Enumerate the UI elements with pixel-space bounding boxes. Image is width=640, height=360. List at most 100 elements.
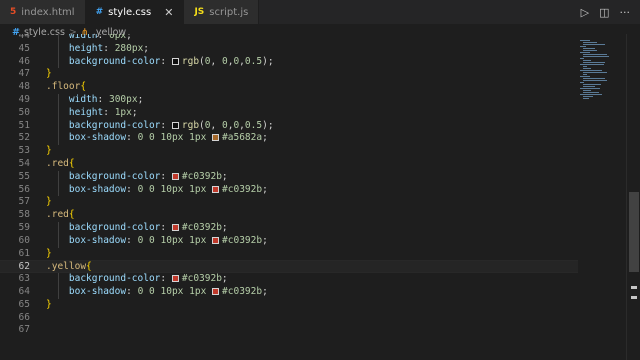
code-line[interactable]: 55 background-color: #c0392b;: [0, 171, 578, 184]
code-line[interactable]: 54 .red{: [0, 158, 578, 171]
indent-guide: [58, 222, 59, 248]
code-line[interactable]: 63 background-color: #c0392b;: [0, 273, 578, 286]
vertical-scrollbar[interactable]: [626, 34, 640, 360]
code-text: background-color: #c0392b;: [68, 273, 228, 285]
more-actions-icon[interactable]: ···: [620, 6, 631, 19]
code-text: background-color: #c0392b;: [68, 170, 228, 182]
code-line[interactable]: 50 height: 1px;: [0, 107, 578, 120]
minimap-line: [583, 54, 607, 55]
minimap-line: [583, 72, 607, 73]
code-text: height: 280px;: [68, 42, 150, 54]
code-editor[interactable]: 44 width: 0px; 45 height: 280px; 46 backgr…: [0, 34, 578, 360]
minimap-line: [583, 96, 593, 97]
code-line[interactable]: 52 box-shadow: 0 0 10px 1px #a5682a;: [0, 132, 578, 145]
minimap-line: [580, 94, 602, 95]
code-line[interactable]: 66: [0, 312, 578, 325]
code-line[interactable]: 56 box-shadow: 0 0 10px 1px #c0392b;: [0, 184, 578, 197]
code-line[interactable]: 45 height: 280px;: [0, 43, 578, 56]
color-swatch[interactable]: [171, 172, 179, 180]
code-line[interactable]: 49 width: 300px;: [0, 94, 578, 107]
code-line[interactable]: 46 background-color: rgb(0, 0,0,0.5);: [0, 56, 578, 69]
line-number: 44: [18, 34, 30, 41]
minimap-line: [583, 98, 589, 99]
minimap-line: [583, 80, 607, 81]
color-swatch[interactable]: [171, 275, 179, 283]
scrollbar-thumb[interactable]: [629, 192, 639, 272]
indent-guide: [58, 34, 59, 69]
minimap-line: [580, 64, 604, 65]
tab-index-html[interactable]: 5 index.html: [0, 0, 86, 24]
code-text: .red{: [46, 209, 75, 221]
code-line[interactable]: 58 .red{: [0, 209, 578, 222]
line-number: 57: [18, 196, 30, 208]
minimap-line: [583, 66, 587, 67]
split-editor-icon[interactable]: ◫: [599, 6, 609, 19]
run-icon[interactable]: ▷: [581, 6, 589, 19]
line-number: 61: [18, 247, 30, 259]
code-line[interactable]: 57}: [0, 196, 578, 209]
color-swatch[interactable]: [212, 134, 220, 142]
color-swatch[interactable]: [212, 185, 220, 193]
code-line[interactable]: 51 background-color: rgb(0, 0,0,0.5);: [0, 120, 578, 133]
code-text: }: [46, 68, 52, 80]
line-number: 46: [18, 55, 30, 67]
color-swatch[interactable]: [171, 224, 179, 231]
minimap-line: [583, 90, 591, 91]
tab-style-css[interactable]: # style.css ✕: [85, 0, 185, 24]
close-icon[interactable]: ✕: [164, 6, 173, 19]
code-line[interactable]: 48 .floor{: [0, 81, 578, 94]
code-text: background-color: rgb(0, 0,0,0.5);: [68, 55, 274, 67]
code-text: .red{: [46, 158, 75, 169]
color-swatch[interactable]: [212, 288, 220, 295]
code-line[interactable]: 53}: [0, 145, 578, 158]
minimap-line: [583, 78, 605, 79]
code-line[interactable]: 59 background-color: #c0392b;: [0, 222, 578, 235]
code-text: width: 300px;: [68, 94, 144, 105]
code-line[interactable]: 61}: [0, 248, 578, 261]
tab-label: script.js: [209, 6, 249, 18]
line-number: 64: [18, 286, 30, 297]
line-number: 67: [18, 324, 30, 336]
tab-label: style.css: [108, 6, 152, 18]
code-line[interactable]: 64 box-shadow: 0 0 10px 1px #c0392b;: [0, 286, 578, 299]
code-line[interactable]: 47}: [0, 68, 578, 81]
minimap-line: [583, 74, 587, 75]
minimap[interactable]: [578, 34, 626, 360]
line-number: 48: [18, 81, 30, 93]
line-number: 45: [18, 42, 30, 54]
tab-script-js[interactable]: JS script.js: [184, 0, 260, 24]
color-swatch[interactable]: [171, 57, 179, 65]
line-number: 63: [18, 273, 30, 285]
minimap-line: [580, 76, 590, 77]
line-number: 49: [18, 94, 30, 105]
minimap-line: [583, 92, 599, 93]
minimap-line: [583, 56, 609, 57]
code-line[interactable]: 60 box-shadow: 0 0 10px 1px #c0392b;: [0, 235, 578, 248]
code-text: box-shadow: 0 0 10px 1px #c0392b;: [68, 234, 268, 246]
code-line[interactable]: 67: [0, 324, 578, 337]
css-file-icon: #: [95, 7, 104, 17]
code-line[interactable]: 62 .yellow{: [0, 260, 578, 274]
color-swatch[interactable]: [212, 236, 220, 244]
editor-actions: ▷ ◫ ···: [581, 0, 640, 24]
code-text: }: [46, 196, 52, 208]
minimap-line: [583, 42, 597, 43]
line-number: 47: [18, 68, 30, 80]
html-file-icon: 5: [10, 7, 17, 17]
code-line[interactable]: 65}: [0, 299, 578, 312]
scrollbar-marker: [631, 286, 637, 289]
tab-bar: 5 index.html # style.css ✕ JS script.js …: [0, 0, 640, 24]
line-number: 65: [18, 298, 30, 310]
code-line[interactable]: 44 width: 0px;: [0, 34, 578, 43]
code-text: box-shadow: 0 0 10px 1px #a5682a;: [68, 132, 268, 144]
minimap-line: [583, 86, 595, 87]
minimap-line: [580, 52, 590, 53]
indent-guide: [58, 170, 59, 197]
code-text: }: [46, 145, 52, 157]
minimap-line: [580, 40, 590, 41]
minimap-line: [580, 58, 584, 59]
minimap-line: [583, 84, 601, 85]
minimap-line: [583, 44, 605, 45]
minimap-line: [580, 88, 600, 89]
color-swatch[interactable]: [171, 121, 179, 129]
